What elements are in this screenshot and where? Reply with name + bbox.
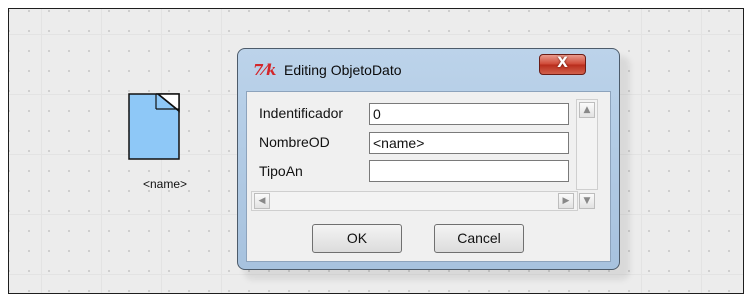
vertical-scrollbar[interactable]: ▲ (576, 99, 598, 190)
dialog-title: Editing ObjetoDato (284, 62, 402, 78)
grid-line (101, 9, 102, 293)
grid-line (41, 9, 42, 293)
tipoan-input[interactable] (369, 160, 569, 182)
scroll-up-icon[interactable]: ▲ (579, 102, 595, 118)
grid-line (9, 34, 743, 35)
ok-button[interactable]: OK (312, 224, 402, 253)
edit-dialog: 7⁄k Editing ObjetoDato X Indentificador … (237, 48, 620, 270)
document-element[interactable] (128, 93, 180, 165)
field-label-tipoan: TipoAn (259, 163, 303, 179)
cancel-button[interactable]: Cancel (434, 224, 524, 253)
grid-line (641, 9, 642, 293)
document-icon (128, 93, 180, 160)
dialog-body: Indentificador 0 NombreOD <name> TipoAn … (246, 91, 611, 262)
scroll-down-icon[interactable]: ▼ (579, 193, 595, 209)
indentificador-input[interactable]: 0 (369, 103, 569, 125)
field-label-nombreod: NombreOD (259, 134, 330, 150)
scroll-right-icon[interactable]: ▶ (558, 193, 574, 209)
field-label-indentificador: Indentificador (259, 105, 344, 121)
grid-line (221, 9, 222, 293)
scroll-left-icon[interactable]: ◀ (254, 193, 270, 209)
app-icon: 7⁄k (253, 61, 277, 79)
close-icon: X (557, 55, 568, 71)
grid-line (701, 9, 702, 293)
close-button[interactable]: X (539, 54, 586, 75)
element-label: <name> (143, 177, 188, 191)
dialog-titlebar[interactable]: 7⁄k Editing ObjetoDato X (238, 49, 619, 79)
nombreod-input[interactable]: <name> (369, 132, 569, 154)
horizontal-scrollbar[interactable]: ◀ ▶ (251, 191, 578, 211)
